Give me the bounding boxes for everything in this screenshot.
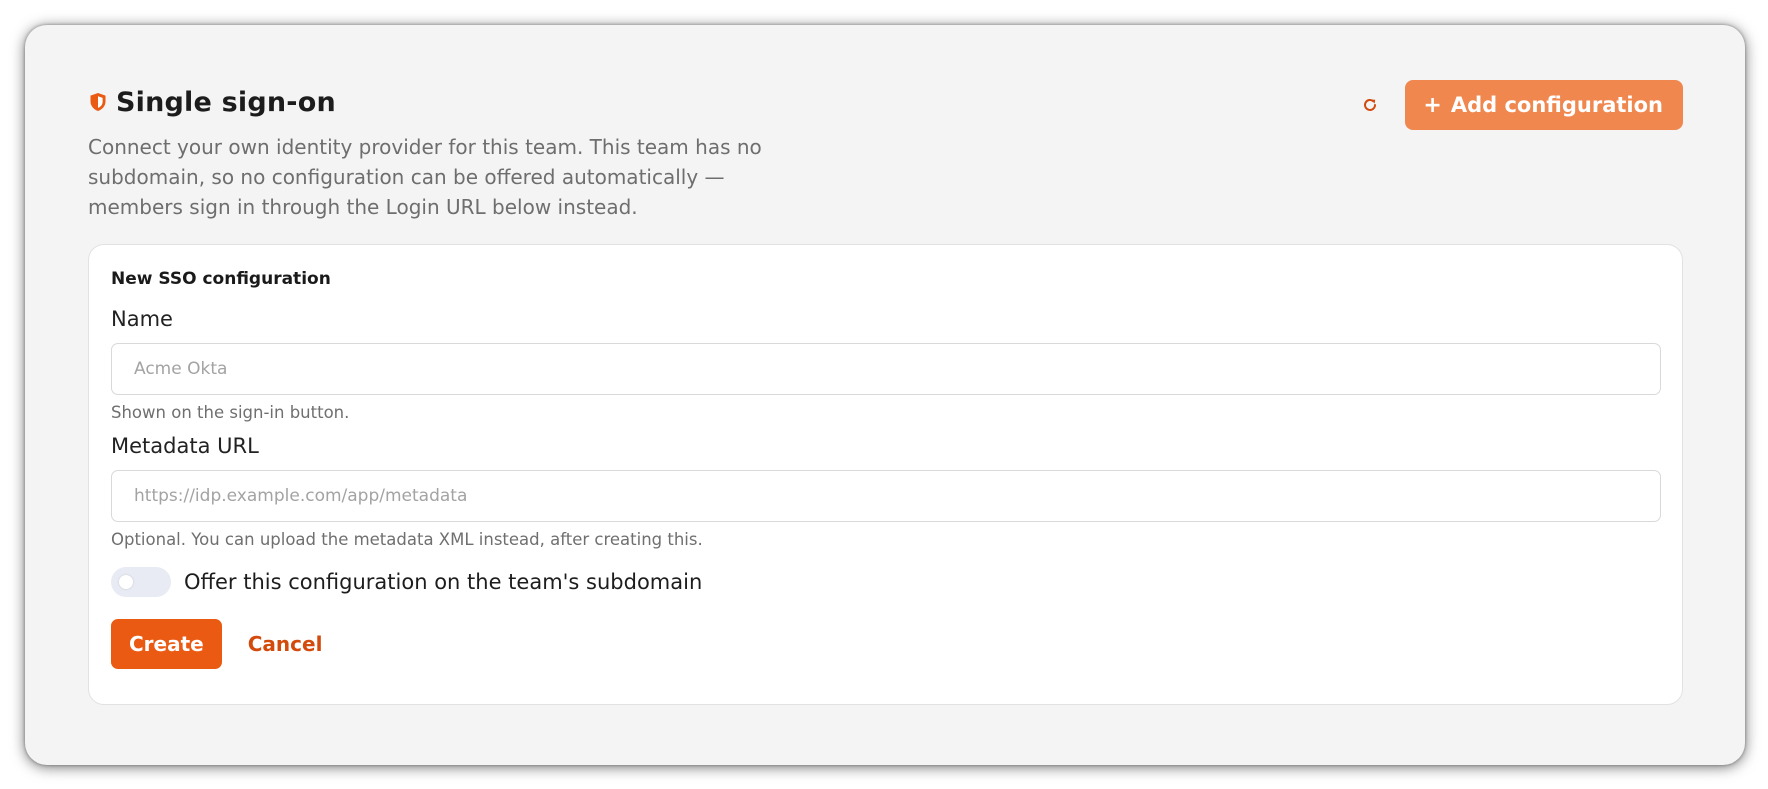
refresh-button[interactable]: [1353, 88, 1387, 122]
sso-header: Single sign-on Connect your own identity…: [88, 80, 1683, 240]
cancel-button[interactable]: Cancel: [248, 632, 323, 656]
plus-icon: +: [1423, 92, 1442, 118]
toggle-knob: [119, 575, 133, 589]
page-description: Connect your own identity provider for t…: [88, 135, 762, 219]
metadata-url-help-text: Optional. You can upload the metadata XM…: [111, 530, 703, 549]
panel-title: New SSO configuration: [111, 269, 331, 289]
add-configuration-button[interactable]: + Add configuration: [1405, 80, 1683, 130]
shield-icon: [88, 92, 108, 112]
name-label: Name: [111, 307, 173, 331]
subdomain-toggle-row: Offer this configuration on the team's s…: [111, 567, 1660, 597]
metadata-url-label: Metadata URL: [111, 434, 259, 458]
create-button[interactable]: Create: [111, 619, 222, 669]
subdomain-toggle-label: Offer this configuration on the team's s…: [184, 570, 703, 594]
add-configuration-label: Add configuration: [1450, 93, 1663, 117]
sso-settings-window: Single sign-on Connect your own identity…: [25, 25, 1745, 765]
metadata-url-input[interactable]: [111, 470, 1661, 522]
refresh-icon: [1364, 98, 1377, 111]
subdomain-toggle[interactable]: [111, 567, 171, 597]
new-sso-configuration-panel: New SSO configuration Name Shown on the …: [88, 244, 1683, 705]
page-title: Single sign-on: [116, 86, 336, 118]
header-actions: + Add configuration: [1353, 80, 1683, 130]
name-input[interactable]: [111, 343, 1661, 395]
form-actions: Create Cancel: [111, 619, 1660, 669]
name-help-text: Shown on the sign-in button.: [111, 403, 350, 422]
